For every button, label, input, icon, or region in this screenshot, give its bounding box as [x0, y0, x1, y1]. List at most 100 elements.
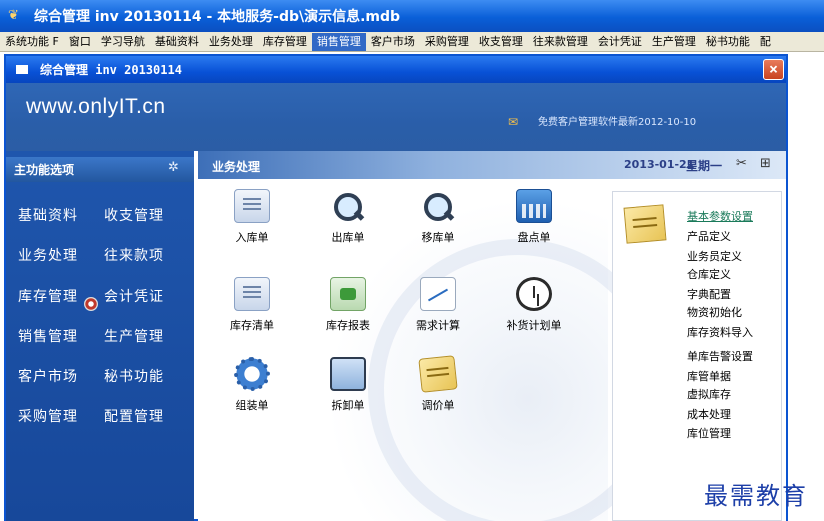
- sidebar-item-secretary[interactable]: 秘书功能: [104, 366, 164, 386]
- tile-label: 拆卸单: [331, 399, 365, 412]
- link-warehouse-def[interactable]: 仓库定义: [687, 266, 731, 282]
- sidebar: 主功能选项 ✲ 基础资料 收支管理 业务处理 往来款项 库存管理 会计凭证 销售…: [6, 151, 194, 521]
- chart-icon: [420, 277, 456, 311]
- link-salesman-def[interactable]: 业务员定义: [687, 248, 742, 264]
- news-text: 免费客户管理软件最新2012-10-10: [538, 117, 697, 128]
- list-icon: [234, 277, 270, 311]
- app-icon: ❦: [8, 8, 19, 23]
- tile-label: 调价单: [421, 399, 455, 412]
- menu-item-learning[interactable]: 学习导航: [96, 33, 150, 51]
- sidebar-header: 主功能选项 ✲: [6, 157, 194, 182]
- sidebar-item-production[interactable]: 生产管理: [104, 326, 164, 346]
- menu-item-income-expense[interactable]: 收支管理: [474, 33, 528, 51]
- weekday-display: 星期一: [686, 159, 723, 173]
- sidebar-item-business[interactable]: 业务处理: [18, 245, 78, 265]
- close-button[interactable]: ×: [763, 59, 784, 80]
- content-title: 业务处理: [212, 160, 261, 174]
- tile-label: 需求计算: [416, 319, 460, 332]
- sidebar-item-accounts[interactable]: 往来款项: [104, 245, 164, 265]
- clock-icon: [516, 277, 552, 311]
- menu-item-secretary[interactable]: 秘书功能: [701, 33, 755, 51]
- site-url: www.onlyIT.cn: [26, 95, 166, 118]
- menubar: 系统功能 F 窗口 学习导航 基础资料 业务处理 库存管理 销售管理 客户市场 …: [0, 32, 824, 52]
- cursor-icon: [84, 297, 98, 311]
- workspace: 入库单 出库单 移库单 盘点单 库存清单 库存报表 需求计算 补货计划单 组装单…: [198, 179, 668, 521]
- tile-label: 库存清单: [230, 319, 274, 332]
- menu-item-business[interactable]: 业务处理: [204, 33, 258, 51]
- mail-icon: ✉: [508, 114, 519, 129]
- sidebar-item-income-expense[interactable]: 收支管理: [104, 205, 164, 225]
- tile-disassembly[interactable]: 拆卸单: [308, 357, 388, 427]
- link-stock-import[interactable]: 库存资料导入: [687, 324, 753, 340]
- sidebar-item-inventory[interactable]: 库存管理: [18, 286, 78, 306]
- tile-stock-in[interactable]: 入库单: [212, 189, 292, 259]
- tile-replenish-plan[interactable]: 补货计划单: [494, 277, 574, 347]
- sidebar-item-basic-data[interactable]: 基础资料: [18, 205, 78, 225]
- sidebar-item-customers[interactable]: 客户市场: [18, 366, 78, 386]
- menu-item-config[interactable]: 配: [755, 33, 776, 51]
- tools-icon[interactable]: ✂: [736, 156, 752, 172]
- inner-title-bar: 综合管理 inv 20130114 ×: [6, 56, 786, 83]
- menu-item-vouchers[interactable]: 会计凭证: [593, 33, 647, 51]
- gear-icon: [234, 357, 270, 391]
- link-cost-processing[interactable]: 成本处理: [687, 406, 731, 422]
- date-display: 2013-01-21: [624, 158, 695, 171]
- link-warehouse-docs[interactable]: 库管单据: [687, 368, 731, 384]
- tile-price-adjust[interactable]: 调价单: [398, 355, 478, 427]
- menu-item-customers[interactable]: 客户市场: [366, 33, 420, 51]
- inner-window-title: 综合管理 inv 20130114: [40, 63, 182, 77]
- doc-icon: [234, 189, 270, 223]
- sidebar-header-label: 主功能选项: [14, 163, 75, 177]
- tile-transfer[interactable]: 移库单: [398, 189, 478, 259]
- sidebar-item-sales[interactable]: 销售管理: [18, 326, 78, 346]
- magnifier-icon: [330, 189, 366, 223]
- inner-window: 综合管理 inv 20130114 × www.onlyIT.cn ✉ 免费客户…: [4, 54, 788, 521]
- note-icon: [418, 355, 458, 393]
- menu-item-accounts[interactable]: 往来款管理: [528, 33, 593, 51]
- link-virtual-stock[interactable]: 虚拟库存: [687, 386, 731, 402]
- note-icon: [623, 204, 667, 244]
- tile-label: 组装单: [235, 399, 269, 412]
- tile-label: 出库单: [331, 231, 365, 244]
- link-basic-params[interactable]: 基本参数设置: [687, 208, 753, 224]
- news-link[interactable]: ✉ 免费客户管理软件最新2012-10-10: [508, 113, 697, 129]
- tree-icon[interactable]: ⊞: [760, 156, 776, 172]
- tile-stock-out[interactable]: 出库单: [308, 189, 388, 259]
- calculator-icon: [516, 189, 552, 223]
- banner: www.onlyIT.cn ✉ 免费客户管理软件最新2012-10-10: [6, 83, 786, 151]
- content-panel: 业务处理 2013-01-21 星期一 ✂ ⊞ 入库单 出库单 移库单 盘点单: [198, 151, 786, 521]
- content-header: 业务处理 2013-01-21 星期一 ✂ ⊞: [198, 151, 786, 179]
- pin-icon[interactable]: ✲: [168, 160, 184, 176]
- tile-label: 补货计划单: [506, 319, 562, 332]
- sidebar-item-purchasing[interactable]: 采购管理: [18, 406, 78, 426]
- menu-item-system[interactable]: 系统功能 F: [0, 33, 64, 51]
- link-alert-settings[interactable]: 单库告警设置: [687, 348, 753, 364]
- tile-label: 盘点单: [517, 231, 551, 244]
- menu-item-production[interactable]: 生产管理: [647, 33, 701, 51]
- tile-stocktake[interactable]: 盘点单: [494, 189, 574, 259]
- menu-item-basic-data[interactable]: 基础资料: [150, 33, 204, 51]
- sidebar-item-vouchers[interactable]: 会计凭证: [104, 286, 164, 306]
- tile-assembly[interactable]: 组装单: [212, 357, 292, 427]
- link-product-def[interactable]: 产品定义: [687, 228, 731, 244]
- link-material-init[interactable]: 物资初始化: [687, 304, 742, 320]
- watermark: 最需教育: [704, 482, 808, 510]
- menu-item-purchasing[interactable]: 采购管理: [420, 33, 474, 51]
- tile-stock-report[interactable]: 库存报表: [308, 277, 388, 347]
- link-location-mgmt[interactable]: 库位管理: [687, 425, 731, 441]
- menu-item-inventory[interactable]: 库存管理: [258, 33, 312, 51]
- report-icon: [330, 277, 366, 311]
- menu-item-window[interactable]: 窗口: [64, 33, 96, 51]
- screen-icon: [330, 357, 366, 391]
- settings-panel: 基本参数设置 产品定义 业务员定义 仓库定义 字典配置 物资初始化 库存资料导入…: [612, 191, 782, 521]
- menu-item-sales[interactable]: 销售管理: [311, 32, 366, 51]
- magnifier-icon: [420, 189, 456, 223]
- sidebar-item-config[interactable]: 配置管理: [104, 406, 164, 426]
- tile-label: 移库单: [421, 231, 455, 244]
- tile-label: 库存报表: [326, 319, 370, 332]
- tile-label: 入库单: [235, 231, 269, 244]
- link-dictionary[interactable]: 字典配置: [687, 286, 731, 302]
- outer-title-bar: ❦ 综合管理 inv 20130114 - 本地服务-db\演示信息.mdb: [0, 0, 824, 32]
- tile-demand-calc[interactable]: 需求计算: [398, 277, 478, 347]
- tile-stock-list[interactable]: 库存清单: [212, 277, 292, 347]
